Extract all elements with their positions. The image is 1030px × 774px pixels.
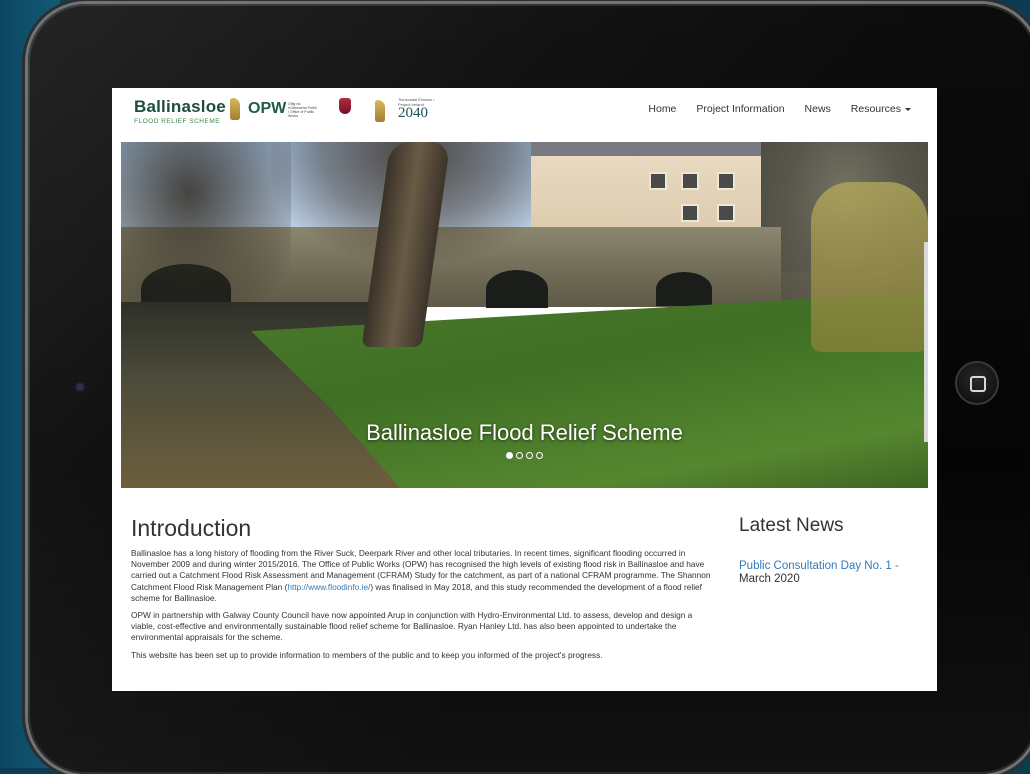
nav-home[interactable]: Home (648, 102, 676, 116)
latest-news-section: Latest News Public Consultation Day No. … (739, 514, 929, 586)
home-button[interactable] (957, 363, 997, 403)
harp-icon (375, 100, 385, 122)
hero-window (681, 204, 699, 222)
hero-window (681, 172, 699, 190)
news-heading: Latest News (739, 515, 844, 536)
opw-logo: OPW (248, 100, 287, 117)
hero-willow (811, 182, 928, 352)
hero-tree-left (121, 142, 291, 312)
hero-carousel[interactable]: Ballinasloe Flood Relief Scheme (121, 142, 928, 488)
tionscadal-harp (375, 100, 385, 122)
hero-pole (924, 242, 928, 442)
nav-resources-label: Resources (850, 103, 901, 115)
nav-menu: Home Project Information News Resources (648, 102, 911, 116)
hero-window (717, 204, 735, 222)
tionscadal-2040: 2040 (398, 105, 428, 121)
intro-paragraph-1: Ballinasloe has a long history of floodi… (131, 548, 713, 604)
logo-title: Ballinasloe (134, 97, 226, 116)
intro-section: Introduction Ballinasloe has a long hist… (131, 514, 713, 661)
hero-window (649, 172, 667, 190)
carousel-indicators (121, 452, 928, 459)
carousel-dot[interactable] (516, 452, 523, 459)
carousel-dot[interactable] (526, 452, 533, 459)
intro-paragraph-3: This website has been set up to provide … (131, 649, 603, 660)
intro-paragraph-2: OPW in partnership with Galway County Co… (131, 610, 693, 643)
hero-caption: Ballinasloe Flood Relief Scheme (366, 420, 683, 445)
floodinfo-link[interactable]: http://www.floodinfo.ie/ (287, 582, 370, 592)
intro-heading: Introduction (131, 515, 252, 541)
galway-council-crest-icon (339, 98, 351, 114)
harp-logo (230, 98, 240, 120)
carousel-dot[interactable] (506, 452, 513, 459)
bridge-arch (486, 270, 548, 308)
nav-news[interactable]: News (805, 102, 831, 116)
carousel-dot[interactable] (536, 452, 543, 459)
hero-window (717, 172, 735, 190)
caret-down-icon (905, 107, 911, 111)
bridge-arch (656, 272, 712, 306)
square-icon (970, 376, 986, 392)
nav-project-information[interactable]: Project Information (696, 102, 784, 116)
news-item-link[interactable]: Public Consultation Day No. 1 - (739, 560, 929, 573)
news-item-date: March 2020 (739, 573, 800, 585)
hero-building-roof (531, 142, 761, 156)
site-logo[interactable]: Ballinasloe FLOOD RELIEF SCHEME (134, 97, 226, 125)
harp-icon (230, 98, 240, 120)
camera-icon (76, 383, 84, 391)
navbar: Ballinasloe FLOOD RELIEF SCHEME OPW Oifi… (112, 88, 937, 142)
website-screen: Ballinasloe FLOOD RELIEF SCHEME OPW Oifi… (112, 88, 937, 691)
logo-subtitle: FLOOD RELIEF SCHEME (134, 118, 221, 125)
opw-subtext: Oifig na nOibreacha Poiblí / Office of P… (288, 102, 317, 118)
nav-resources[interactable]: Resources (851, 102, 911, 116)
